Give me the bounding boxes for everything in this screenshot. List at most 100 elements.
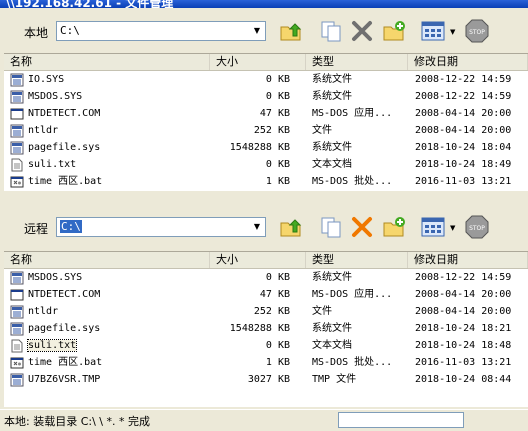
file-size: 0 KB — [265, 272, 290, 283]
new-folder-button[interactable] — [381, 214, 407, 240]
file-name: pagefile.sys — [28, 323, 101, 334]
file-row[interactable]: U7BZ6VSR.TMP 3027 KB TMP 文件 2018-10-24 08:4… — [4, 371, 528, 388]
file-row[interactable]: pagefile.sys 1548288 KB 系统文件 2018-10-24 18:… — [4, 320, 528, 337]
file-date: 2008-04-14 20:00 — [415, 289, 512, 300]
batch-file-icon — [10, 175, 24, 189]
file-name: ntldr — [28, 125, 59, 136]
file-row[interactable]: IO.SYS 0 KB 系统文件 2008-12-22 14:59 — [4, 71, 528, 88]
copy-button[interactable] — [318, 214, 344, 240]
file-size: 3027 KB — [247, 374, 290, 385]
file-type: 文本文档 — [312, 340, 352, 351]
stop-button[interactable]: STOP — [464, 18, 490, 44]
local-toolbar: 本地 C:\ ▼ ▼ STOP — [0, 10, 528, 53]
file-date: 2008-04-14 20:00 — [415, 108, 512, 119]
file-row[interactable]: MSDOS.SYS 0 KB 系统文件 2008-12-22 14:59 — [4, 88, 528, 105]
file-date: 2018-10-24 18:04 — [415, 142, 512, 153]
local-file-list[interactable]: 名称 大小 类型 修改日期 IO.SYS 0 KB 系统文件 2008-12-22 1… — [4, 53, 528, 191]
system-file-icon — [10, 305, 24, 319]
file-type: 系统文件 — [312, 323, 352, 334]
remote-list-header: 名称 大小 类型 修改日期 — [4, 252, 528, 269]
remote-file-list[interactable]: 名称 大小 类型 修改日期 MSDOS.SYS 0 KB 系统文件 2008-12-2… — [4, 251, 528, 407]
file-row[interactable]: NTDETECT.COM 47 KB MS-DOS 应用... 2008-04-14 … — [4, 286, 528, 303]
file-size: 252 KB — [253, 306, 290, 317]
file-name: IO.SYS — [28, 74, 65, 85]
file-type: MS-DOS 批处... — [312, 176, 393, 187]
column-name[interactable]: 名称 — [4, 54, 210, 70]
file-date: 2008-04-14 20:00 — [415, 306, 512, 317]
pane-divider[interactable] — [0, 198, 528, 204]
file-name: time 西区.bat — [28, 357, 103, 368]
file-name: U7BZ6VSR.TMP — [28, 374, 101, 385]
delete-x-icon — [352, 217, 372, 237]
copy-button[interactable] — [318, 18, 344, 44]
up-folder-button[interactable] — [278, 214, 304, 240]
file-row[interactable]: ntldr 252 KB 文件 2008-04-14 20:00 — [4, 303, 528, 320]
view-button[interactable] — [420, 214, 446, 240]
view-list-icon — [421, 217, 445, 237]
file-type: TMP 文件 — [312, 374, 357, 385]
column-type[interactable]: 类型 — [306, 252, 408, 268]
file-row[interactable]: pagefile.sys 1548288 KB 系统文件 2018-10-24 18:… — [4, 139, 528, 156]
new-folder-button[interactable] — [381, 18, 407, 44]
remote-path-combo[interactable]: C:\ ▼ — [56, 217, 266, 237]
file-size: 0 KB — [265, 74, 290, 85]
delete-button[interactable] — [349, 214, 375, 240]
file-row[interactable]: time 西区.bat 1 KB MS-DOS 批处... 2016-11-03 13… — [4, 354, 528, 371]
file-row[interactable]: ntldr 252 KB 文件 2008-04-14 20:00 — [4, 122, 528, 139]
system-file-icon — [10, 373, 24, 387]
file-type: 系统文件 — [312, 91, 352, 102]
file-name: pagefile.sys — [28, 142, 101, 153]
file-name: MSDOS.SYS — [28, 91, 83, 102]
file-date: 2008-04-14 20:00 — [415, 125, 512, 136]
column-size[interactable]: 大小 — [210, 252, 306, 268]
column-date[interactable]: 修改日期 — [408, 54, 528, 70]
file-row[interactable]: suli.txt 0 KB 文本文档 2018-10-24 18:49 — [4, 156, 528, 173]
file-size: 47 KB — [259, 108, 290, 119]
view-dropdown-icon[interactable]: ▼ — [450, 28, 458, 36]
file-row[interactable]: NTDETECT.COM 47 KB MS-DOS 应用... 2008-04-14 … — [4, 105, 528, 122]
svg-text:STOP: STOP — [469, 225, 485, 232]
view-button[interactable] — [420, 18, 446, 44]
file-size: 1548288 KB — [229, 323, 290, 334]
file-date: 2018-10-24 08:44 — [415, 374, 512, 385]
stop-icon: STOP — [465, 215, 489, 239]
stop-icon: STOP — [465, 19, 489, 43]
stop-button[interactable]: STOP — [464, 214, 490, 240]
file-type: 系统文件 — [312, 74, 352, 85]
copy-icon — [321, 21, 341, 42]
chevron-down-icon[interactable]: ▼ — [249, 218, 265, 236]
file-size: 252 KB — [253, 125, 290, 136]
copy-icon — [321, 217, 341, 238]
local-path-combo[interactable]: C:\ ▼ — [56, 21, 266, 41]
file-date: 2008-12-22 14:59 — [415, 74, 512, 85]
delete-button[interactable] — [349, 18, 375, 44]
view-dropdown-icon[interactable]: ▼ — [450, 224, 458, 232]
up-folder-button[interactable] — [278, 18, 304, 44]
new-folder-icon — [383, 217, 405, 237]
column-name[interactable]: 名称 — [4, 252, 210, 268]
file-row[interactable]: suli.txt 0 KB 文本文档 2018-10-24 18:48 — [4, 337, 528, 354]
remote-label: 远程 — [24, 222, 49, 236]
file-type: 文件 — [312, 306, 332, 317]
remote-toolbar: 远程 C:\ ▼ ▼ STOP — [0, 206, 528, 249]
title-bar: \\192.168.42.61 - 文件管理 — [0, 0, 528, 8]
column-size[interactable]: 大小 — [210, 54, 306, 70]
file-type: 系统文件 — [312, 142, 352, 153]
file-type: 文本文档 — [312, 159, 352, 170]
file-date: 2018-10-24 18:49 — [415, 159, 512, 170]
column-date[interactable]: 修改日期 — [408, 252, 528, 268]
view-list-icon — [421, 21, 445, 41]
system-file-icon — [10, 124, 24, 138]
column-type[interactable]: 类型 — [306, 54, 408, 70]
file-type: MS-DOS 应用... — [312, 289, 393, 300]
file-name: suli.txt — [28, 159, 77, 170]
file-type: 系统文件 — [312, 272, 352, 283]
file-row[interactable]: MSDOS.SYS 0 KB 系统文件 2008-12-22 14:59 — [4, 269, 528, 286]
chevron-down-icon[interactable]: ▼ — [249, 22, 265, 40]
text-file-icon — [10, 339, 24, 353]
file-row[interactable]: time 西区.bat 1 KB MS-DOS 批处... 2016-11-03 13… — [4, 173, 528, 190]
file-date: 2018-10-24 18:21 — [415, 323, 512, 334]
file-type: MS-DOS 批处... — [312, 357, 393, 368]
file-date: 2008-12-22 14:59 — [415, 272, 512, 283]
file-size: 0 KB — [265, 91, 290, 102]
